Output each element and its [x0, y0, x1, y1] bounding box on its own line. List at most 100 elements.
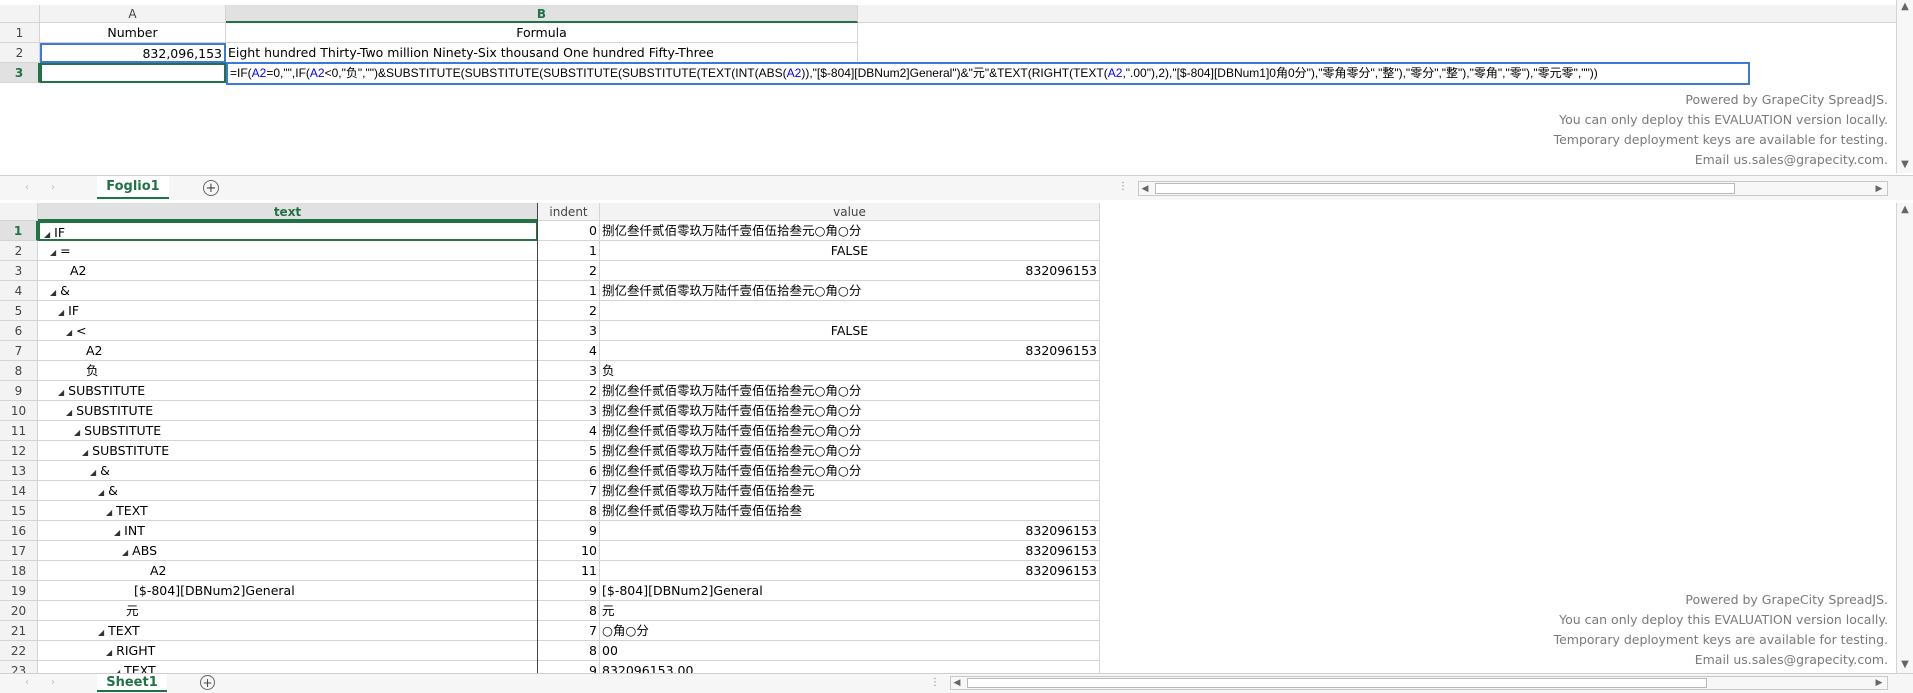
add-sheet-plus-circle-icon[interactable]: + [203, 180, 219, 196]
scroll-down-arrow-icon[interactable]: ▼ [1897, 658, 1913, 672]
collapse-triangle-icon[interactable]: ◢ [90, 468, 96, 477]
row-header[interactable]: 16 [0, 521, 38, 541]
tree-text-cell[interactable]: ◢ & [38, 281, 538, 301]
tree-text-cell[interactable]: A2 [38, 341, 538, 361]
tree-text-cell[interactable]: ◢ TEXT [38, 621, 538, 641]
value-cell[interactable]: FALSE [600, 241, 1100, 261]
collapse-triangle-icon[interactable]: ◢ [122, 548, 128, 557]
tree-text-cell[interactable]: ◢ IF [38, 221, 538, 241]
column-header-text[interactable]: text [38, 203, 538, 221]
sheet-tab-foglio1[interactable]: Foglio1 [97, 176, 169, 199]
indent-cell[interactable]: 7 [538, 621, 600, 641]
indent-cell[interactable]: 3 [538, 401, 600, 421]
tree-text-cell[interactable]: ◢ & [38, 481, 538, 501]
row-header[interactable]: 6 [0, 321, 38, 341]
indent-cell[interactable]: 11 [538, 561, 600, 581]
row-header[interactable]: 9 [0, 381, 38, 401]
tree-text-cell[interactable]: [$-804][DBNum2]General [38, 581, 538, 601]
indent-cell[interactable]: 4 [538, 341, 600, 361]
tree-text-cell[interactable]: ◢ & [38, 461, 538, 481]
value-cell[interactable]: 832096153 [600, 521, 1100, 541]
tree-text-cell[interactable]: A2 [38, 261, 538, 281]
collapse-triangle-icon[interactable]: ◢ [50, 288, 56, 297]
bottom-horizontal-scrollbar[interactable]: ◀ ▶ [950, 676, 1888, 690]
row-header[interactable]: 17 [0, 541, 38, 561]
scroll-thumb[interactable] [967, 678, 1707, 688]
indent-cell[interactable]: 3 [538, 321, 600, 341]
collapse-triangle-icon[interactable]: ◢ [98, 628, 104, 637]
tree-text-cell[interactable]: ◢ SUBSTITUTE [38, 441, 538, 461]
indent-cell[interactable]: 2 [538, 381, 600, 401]
indent-cell[interactable]: 8 [538, 641, 600, 661]
row-header[interactable]: 14 [0, 481, 38, 501]
value-cell[interactable] [600, 301, 1100, 321]
row-header[interactable]: 7 [0, 341, 38, 361]
collapse-triangle-icon[interactable]: ◢ [44, 230, 50, 239]
value-cell[interactable]: 元 [600, 601, 1100, 621]
indent-cell[interactable]: 8 [538, 601, 600, 621]
indent-cell[interactable]: 8 [538, 501, 600, 521]
select-all-corner[interactable] [0, 5, 40, 23]
cell-b1[interactable]: Formula [226, 23, 858, 43]
collapse-triangle-icon[interactable]: ◢ [50, 248, 56, 257]
value-cell[interactable]: 832096153 [600, 541, 1100, 561]
tree-text-cell[interactable]: ◢ TEXT [38, 501, 538, 521]
value-cell[interactable]: 00 [600, 641, 1100, 661]
row-header[interactable]: 3 [0, 261, 38, 281]
scroll-thumb[interactable] [1155, 183, 1735, 194]
indent-cell[interactable]: 2 [538, 261, 600, 281]
indent-cell[interactable]: 0 [538, 221, 600, 241]
indent-cell[interactable]: 10 [538, 541, 600, 561]
scroll-right-arrow-icon[interactable]: ▶ [1873, 677, 1885, 689]
sheet-tab-sheet1[interactable]: Sheet1 [97, 674, 167, 692]
row-header[interactable]: 12 [0, 441, 38, 461]
collapse-triangle-icon[interactable]: ◢ [82, 448, 88, 457]
value-cell[interactable]: 832096153 [600, 341, 1100, 361]
row-header[interactable]: 18 [0, 561, 38, 581]
collapse-triangle-icon[interactable]: ◢ [114, 528, 120, 537]
value-cell[interactable]: 捌亿叁仟贰佰零玖万陆仟壹佰伍拾叁元○角○分 [600, 401, 1100, 421]
cell-a2[interactable]: 832,096,153 [40, 43, 226, 63]
tree-text-cell[interactable]: ◢ RIGHT [38, 641, 538, 661]
value-cell[interactable]: 832096153 [600, 261, 1100, 281]
scroll-left-arrow-icon[interactable]: ◀ [1139, 182, 1151, 196]
column-header-a[interactable]: A [40, 5, 226, 23]
formula-editor-b3[interactable]: =IF(A2=0,"",IF(A2<0,"负","")&SUBSTITUTE(S… [226, 62, 1750, 85]
scroll-up-arrow-icon[interactable]: ▲ [1897, 203, 1913, 217]
column-header-value[interactable]: value [600, 203, 1100, 221]
tab-nav-prev-icon[interactable]: ‹ [20, 181, 34, 195]
row-header-2[interactable]: 2 [0, 43, 40, 63]
scroll-down-arrow-icon[interactable]: ▼ [1897, 158, 1913, 172]
tree-text-cell[interactable]: ◢ ABS [38, 541, 538, 561]
row-header[interactable]: 5 [0, 301, 38, 321]
indent-cell[interactable]: 3 [538, 361, 600, 381]
value-cell[interactable]: FALSE [600, 321, 1100, 341]
row-header[interactable]: 1 [0, 221, 38, 241]
tree-text-cell[interactable]: 元 [38, 601, 538, 621]
indent-cell[interactable]: 9 [538, 581, 600, 601]
value-cell[interactable]: 捌亿叁仟贰佰零玖万陆仟壹佰伍拾叁元○角○分 [600, 381, 1100, 401]
indent-cell[interactable]: 9 [538, 521, 600, 541]
row-header[interactable]: 11 [0, 421, 38, 441]
row-header[interactable]: 22 [0, 641, 38, 661]
row-header[interactable]: 10 [0, 401, 38, 421]
select-all-corner[interactable] [0, 203, 38, 221]
tree-text-cell[interactable]: A2 [38, 561, 538, 581]
column-header-b[interactable]: B [226, 5, 858, 23]
indent-cell[interactable]: 4 [538, 421, 600, 441]
bottom-vertical-scrollbar[interactable]: ▲ ▼ [1896, 203, 1913, 673]
indent-cell[interactable]: 7 [538, 481, 600, 501]
row-header-1[interactable]: 1 [0, 23, 40, 43]
cell-a1[interactable]: Number [40, 23, 226, 43]
tab-nav-prev-icon[interactable]: ‹ [20, 676, 34, 690]
cell-b2[interactable]: Eight hundred Thirty-Two million Ninety-… [226, 43, 858, 63]
row-header[interactable]: 4 [0, 281, 38, 301]
value-cell[interactable]: 捌亿叁仟贰佰零玖万陆仟壹佰伍拾叁元○角○分 [600, 421, 1100, 441]
cell-a3[interactable] [40, 63, 226, 83]
column-header-indent[interactable]: indent [538, 203, 600, 221]
scroll-right-arrow-icon[interactable]: ▶ [1873, 182, 1885, 196]
row-header[interactable]: 20 [0, 601, 38, 621]
tab-nav-next-icon[interactable]: › [46, 676, 60, 690]
top-horizontal-scrollbar[interactable]: ◀ ▶ [1138, 181, 1888, 196]
collapse-triangle-icon[interactable]: ◢ [58, 388, 64, 397]
